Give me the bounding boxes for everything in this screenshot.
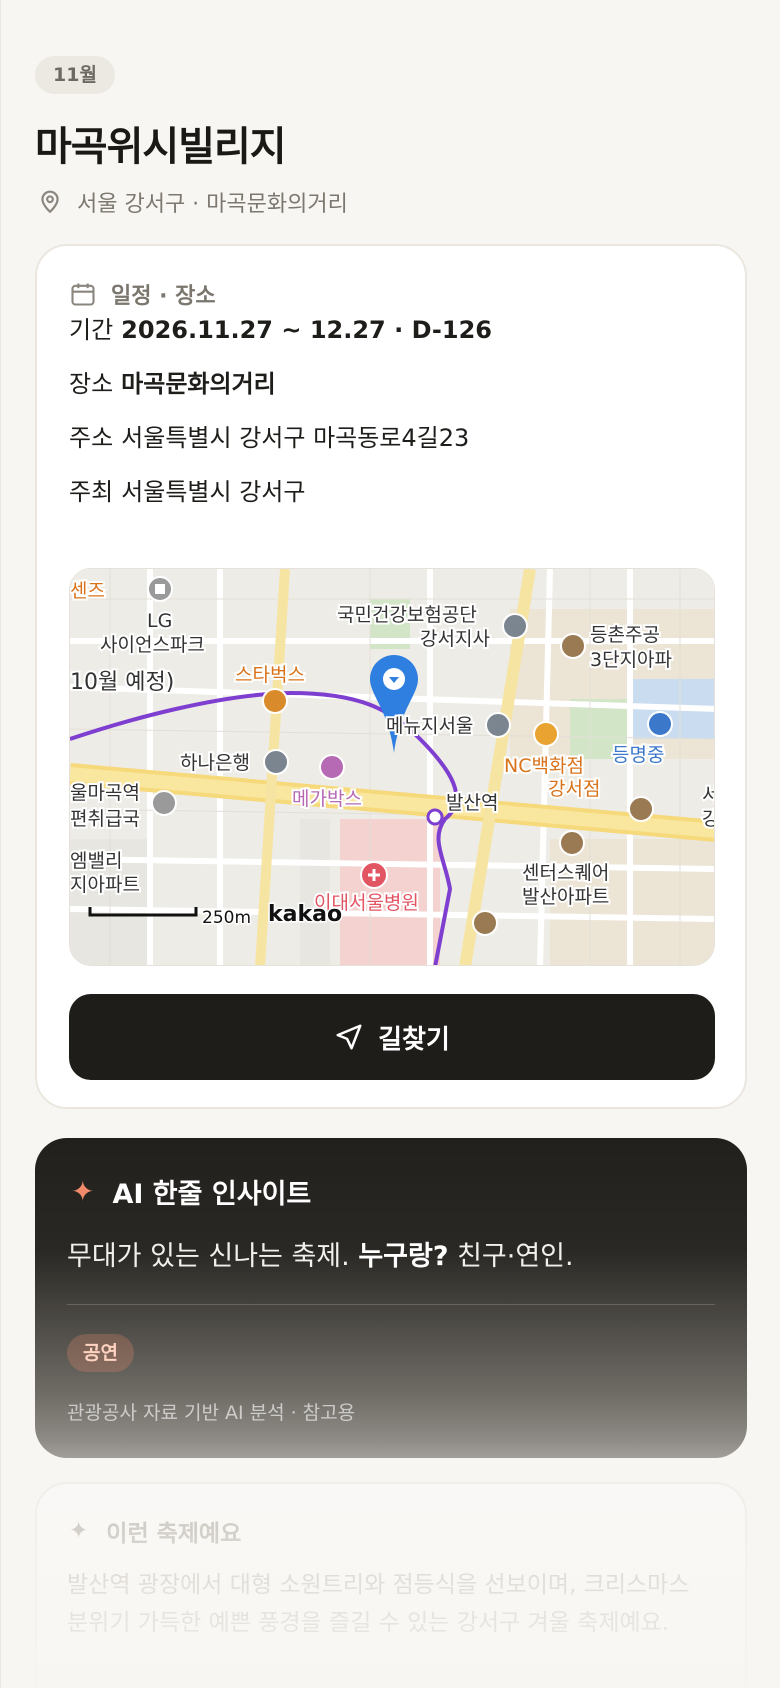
venue-row: 장소 마곡문화의거리 [69, 364, 276, 399]
map-label: 센터스퀘어 [522, 862, 609, 884]
period-label: 기간 [69, 316, 114, 344]
ai-insight-plain: 무대가 있는 신나는 축제. [67, 1241, 359, 1272]
schedule-heading-label: 일정 · 장소 [111, 284, 216, 309]
ai-source-note: 관광공사 자료 기반 AI 분석 · 참고용 [67, 1402, 356, 1424]
map-label: 국민건강보험공단 [337, 604, 477, 626]
map-label: LG [147, 610, 172, 632]
map-brand-logo: kakao [268, 902, 342, 927]
host-row: 주최 서울특별시 강서구 [69, 472, 305, 507]
page-title: 마곡위시빌리지 [35, 124, 287, 170]
location-pin-icon [41, 190, 59, 214]
address-value: 서울특별시 강서구 마곡동로4길23 [121, 424, 470, 452]
description-heading: ✦ 이런 축제예요 [69, 1514, 241, 1548]
map-label: 등촌주공 [590, 624, 660, 646]
location-text: 서울 강서구 · 마곡문화의거리 [77, 192, 348, 217]
map-label: 3단지아파 [590, 649, 672, 671]
address-row: 주소 서울특별시 강서구 마곡동로4길23 [69, 418, 469, 453]
ai-insight-text: 무대가 있는 신나는 축제. 누구랑? 친구·연인. [67, 1234, 574, 1273]
map-label: 사이언스파크 [100, 634, 205, 656]
category-tag: 공연 [67, 1334, 134, 1372]
map-label: 메가박스 [292, 788, 362, 810]
directions-button-label: 길찾기 [378, 1024, 450, 1055]
map-label: 센즈 [70, 580, 105, 602]
month-badge: 11월 [35, 56, 115, 94]
map-label: 메뉴지서울 [386, 715, 473, 737]
map-label: 등명중 [612, 744, 664, 766]
description-title: 이런 축제예요 [106, 1521, 242, 1547]
map-label: NC백화점 [504, 755, 584, 777]
map-label: 강서점 [548, 778, 600, 800]
description-body: 발산역 광장에서 대형 소원트리와 점등식을 선보이며, 크리스마스 분위기 가… [67, 1572, 690, 1636]
schedule-heading: 일정 · 장소 [69, 278, 216, 310]
sparkle-icon: ✦ [71, 1175, 95, 1208]
map-label: 10월 예정) [70, 670, 174, 695]
sparkle-icon: ✦ [69, 1518, 89, 1544]
map-label: 서 [702, 784, 715, 806]
map-label: 발산아파트 [522, 886, 609, 908]
map-label: 발산역 [446, 792, 498, 814]
map-label: 울마곡역 [70, 782, 140, 804]
period-row: 기간 2026.11.27 ~ 12.27 · D-126 [69, 310, 492, 345]
navigation-arrow-icon [336, 1024, 362, 1050]
ai-insight-heading: ✦ AI 한줄 인사이트 [71, 1172, 311, 1211]
divider [67, 1304, 715, 1305]
ai-insight-bold: 누구랑? [358, 1241, 449, 1272]
map-scale-label: 250m [202, 908, 251, 928]
schedule-card: 일정 · 장소 기간 2026.11.27 ~ 12.27 · D-126 장소 마… [35, 244, 747, 1109]
host-value: 서울특별시 강서구 [121, 478, 306, 506]
venue-label: 장소 [69, 370, 114, 398]
map-label: 스타벅스 [235, 664, 305, 686]
venue-value: 마곡문화의거리 [121, 370, 276, 398]
host-label: 주최 [69, 478, 114, 506]
map-label: 지아파트 [70, 874, 140, 896]
calendar-icon [71, 283, 95, 306]
map-label: 강서지사 [420, 628, 490, 650]
festival-description-card: ✦ 이런 축제예요 발산역 광장에서 대형 소원트리와 점등식을 선보이며, 크… [35, 1482, 747, 1688]
map-label: 하나은행 [180, 752, 250, 774]
map-label: 편취급국 [70, 808, 140, 830]
period-value: 2026.11.27 ~ 12.27 · D-126 [121, 316, 492, 344]
map-label: 엠밸리 [70, 850, 122, 872]
festival-detail-page: 11월 마곡위시빌리지 서울 강서구 · 마곡문화의거리 일정 · 장소 기간 2… [0, 0, 780, 1688]
ai-insight-card: ✦ AI 한줄 인사이트 무대가 있는 신나는 축제. 누구랑? 친구·연인. … [35, 1138, 747, 1458]
directions-button[interactable]: 길찾기 [69, 994, 715, 1080]
location-map[interactable]: 센즈 LG 사이언스파크 10월 예정) 스타벅스 국민건강보험공단 강서지사 … [69, 568, 715, 966]
ai-insight-title: AI 한줄 인사이트 [112, 1179, 312, 1210]
location-line: 서울 강서구 · 마곡문화의거리 [37, 186, 348, 218]
ai-insight-tail: 친구·연인. [448, 1241, 574, 1272]
address-label: 주소 [69, 424, 114, 452]
map-label: 강 [702, 808, 715, 830]
